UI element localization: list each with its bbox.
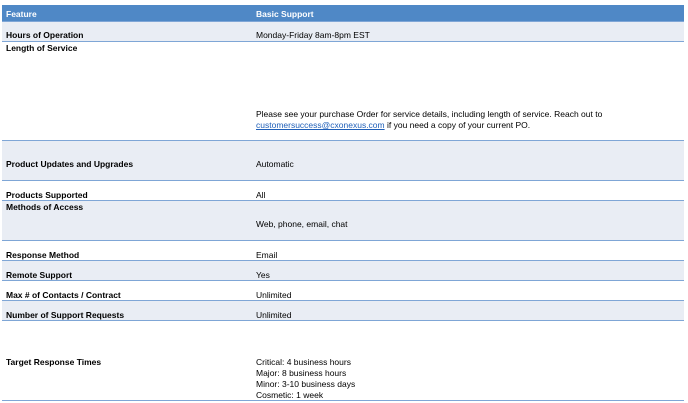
feature-value: Monday-Friday 8am-8pm EST [256, 30, 370, 40]
feature-value: Unlimited [256, 310, 292, 320]
header-feature: Feature [6, 9, 37, 19]
table-row: Target Response Times Critical: 4 busine… [2, 321, 684, 401]
feature-label: Target Response Times [6, 357, 102, 367]
header-basic-support: Basic Support [256, 9, 314, 19]
feature-value: Critical: 4 business hours Major: 8 busi… [256, 357, 355, 401]
response-time-line: Minor: 3-10 business days [256, 379, 356, 389]
feature-label: Response Method [6, 250, 80, 260]
response-time-line: Cosmetic: 1 week [256, 390, 324, 400]
email-link[interactable]: customersuccess@cxonexus.com [256, 120, 385, 130]
feature-label: Length of Service [6, 43, 78, 53]
table-row: Max # of Contacts / Contract Unlimited [2, 281, 684, 301]
table-row: Response Method Email [2, 241, 684, 261]
feature-label: Remote Support [6, 270, 73, 280]
table-row: Remote Support Yes [2, 261, 684, 281]
table-header: Feature Basic Support [2, 5, 684, 22]
feature-value: Web, phone, email, chat [256, 219, 348, 229]
value-text: if you need a copy of your current PO. [384, 120, 531, 130]
table-row: Length of Service Please see your purcha… [2, 42, 684, 141]
feature-label: Products Supported [6, 190, 88, 200]
table-row: Products Supported All [2, 181, 684, 201]
feature-label: Methods of Access [6, 202, 84, 212]
feature-value: Please see your purchase Order for servi… [256, 109, 676, 131]
feature-value: Unlimited [256, 290, 292, 300]
feature-label: Product Updates and Upgrades [6, 159, 134, 169]
response-time-line: Major: 8 business hours [256, 368, 347, 378]
feature-value: Email [256, 250, 278, 260]
feature-value: Automatic [256, 159, 294, 169]
feature-value: All [256, 190, 266, 200]
table-row: Product Updates and Upgrades Automatic [2, 141, 684, 181]
feature-label: Max # of Contacts / Contract [6, 290, 121, 300]
feature-value: Yes [256, 270, 270, 280]
table-row: Number of Support Requests Unlimited [2, 301, 684, 321]
response-time-line: Critical: 4 business hours [256, 357, 351, 367]
feature-label: Hours of Operation [6, 30, 84, 40]
table-row: Methods of Access Web, phone, email, cha… [2, 201, 684, 241]
table-row: Hours of Operation Monday-Friday 8am-8pm… [2, 22, 684, 42]
feature-label: Number of Support Requests [6, 310, 125, 320]
support-table: Feature Basic Support Hours of Operation… [2, 5, 684, 401]
value-text: Please see your purchase Order for servi… [256, 109, 603, 119]
